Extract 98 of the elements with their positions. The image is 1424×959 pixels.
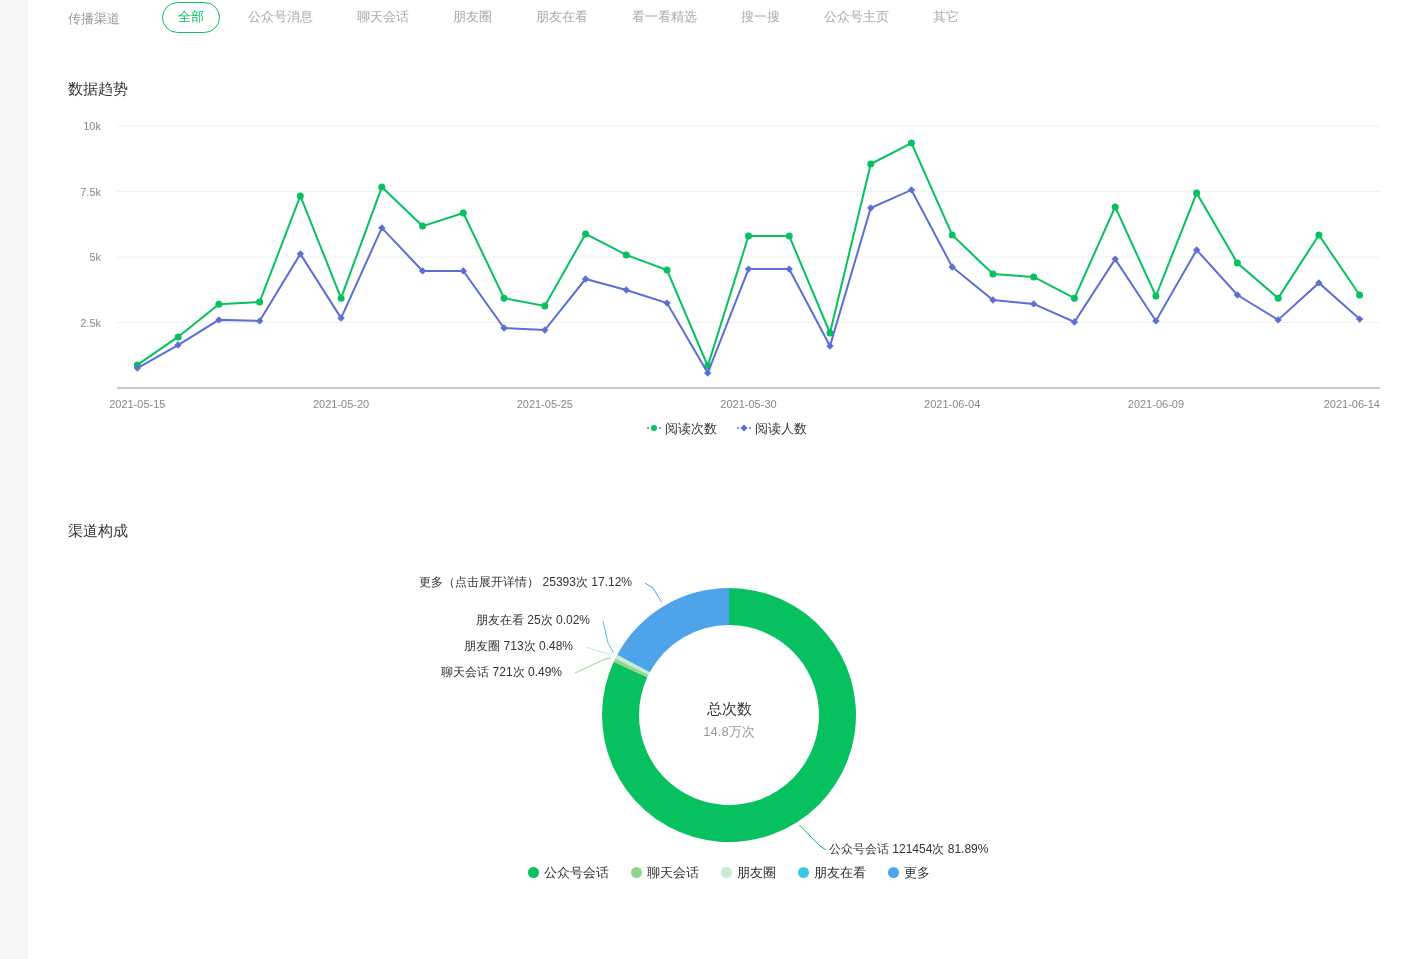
slice-label: 朋友在看 25次 0.02% [475,612,590,627]
axis-label: 5k [89,250,101,263]
axis-label: 10k [83,119,101,132]
axis-label: 2.5k [80,316,101,328]
axis-label: 2021-05-25 [516,397,573,410]
axis-label: 2021-06-09 [1127,397,1185,410]
slice-label: 公众号会话 121454次 81.89% [829,841,989,856]
legend-item[interactable]: 更多 [888,862,930,882]
data-point [215,315,223,324]
data-point [1070,294,1078,302]
data-point [378,223,386,232]
data-point [541,302,549,309]
data-point [663,266,671,274]
data-point [459,266,467,275]
legend-item[interactable]: 朋友在看 [798,862,866,882]
axis-label: 2021-05-20 [312,397,370,410]
data-point [582,229,590,237]
data-point [337,313,345,322]
data-point [785,232,793,240]
data-point [907,185,916,194]
data-point [256,298,264,306]
data-point [133,363,142,372]
data-point [948,231,956,238]
legend-item[interactable]: 阅读人数 [737,418,807,438]
donut-center-value: 14.8万次 [703,723,755,739]
channel-tab[interactable]: 聊天会话 [341,1,425,33]
data-point [826,341,834,350]
legend-item[interactable]: 公众号会话 [528,862,609,882]
data-point [1070,317,1079,326]
data-point [1315,278,1323,287]
data-point [1030,299,1038,308]
data-point [1111,202,1119,210]
channel-tab[interactable]: 其它 [917,1,975,33]
data-point [989,295,997,304]
data-point [867,203,875,212]
diamond-line-icon [737,424,751,433]
axis-label: 2021-06-14 [1323,397,1380,410]
axis-label: 2021-05-30 [720,397,777,410]
data-point [826,329,834,336]
data-point [989,270,997,278]
data-point [1355,314,1364,323]
data-point [1193,245,1201,254]
data-point [459,209,467,216]
section-title: 数据趋势 [68,79,129,99]
legend-item[interactable]: 朋友圈 [721,862,776,882]
data-point [1193,189,1201,197]
slice-label: 更多（点击展开详情） 25393次 17.12% [419,574,632,589]
data-point [1274,294,1282,302]
data-point [337,294,345,302]
data-point [419,222,427,230]
channel-tab[interactable]: 朋友圈 [437,1,508,33]
section-title: 渠道构成 [68,521,129,541]
data-point [500,323,508,332]
data-point [581,274,590,283]
donut-slice[interactable] [602,587,856,842]
data-point [418,266,427,275]
data-point [785,264,793,273]
data-point [867,160,875,167]
legend-item[interactable]: 阅读次数 [647,418,717,438]
leader-line [644,582,663,603]
axis-label: 2021-05-15 [109,397,166,410]
data-point [1274,315,1282,324]
data-point [1233,290,1242,299]
data-point [622,250,630,258]
channel-tab[interactable]: 公众号主页 [808,1,905,33]
donut-center-title: 总次数 [706,699,752,717]
data-point [1233,259,1241,267]
data-point [622,285,630,294]
filter-label: 传播渠道 [68,10,121,29]
data-point [744,264,753,273]
data-point [215,300,223,308]
data-point [1356,291,1364,298]
data-point [541,325,549,334]
slice-label: 朋友圈 713次 0.48% [464,638,573,653]
data-point [745,232,752,240]
leader-line [799,824,827,850]
channel-tab[interactable]: 朋友在看 [520,1,604,33]
data-point [907,139,915,147]
data-point [378,183,386,191]
data-point [1152,316,1160,325]
channel-tab[interactable]: 公众号消息 [232,1,329,33]
data-point [948,262,956,271]
axis-label: 7.5k [80,185,101,197]
data-point [500,294,508,302]
data-point [1111,254,1119,263]
data-point [1152,292,1160,300]
data-point [255,316,264,325]
data-point [1030,272,1038,280]
dot-line-icon [647,424,661,433]
axis-label: 2021-06-04 [924,397,981,410]
data-point [296,249,304,258]
donut-slice[interactable] [617,587,729,672]
data-point [296,191,304,199]
data-point [1315,231,1323,238]
legend-item[interactable]: 聊天会话 [631,862,699,882]
data-point [663,298,671,307]
slice-label: 聊天会话 721次 0.49% [441,664,562,679]
leader-line [574,657,612,673]
